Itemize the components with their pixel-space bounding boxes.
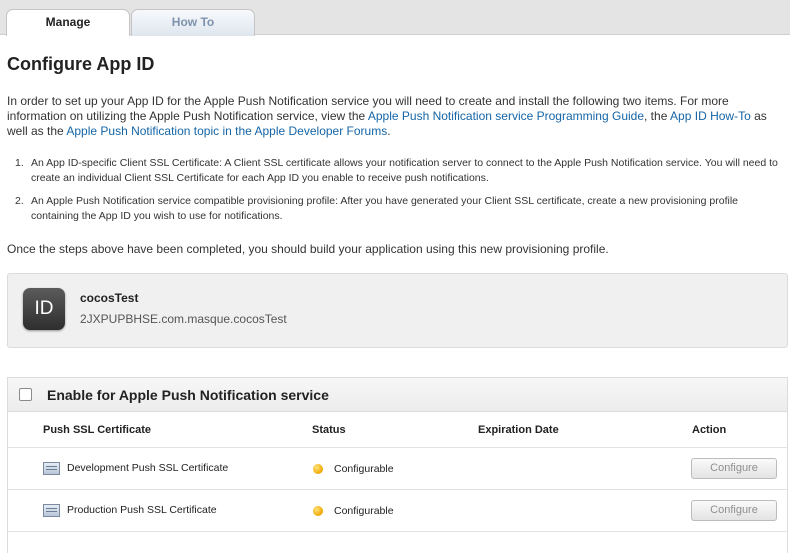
intro-text-part: . [387,124,391,138]
column-header-expiration: Expiration Date [478,424,559,436]
step-number: 1. [15,157,24,169]
certificate-name: Production Push SSL Certificate [67,504,217,516]
table-row: Production Push SSL Certificate Configur… [8,490,787,532]
enable-push-label[interactable]: Enable for Apple Push Notification servi… [47,387,329,403]
configure-production-button[interactable]: Configure [691,500,777,521]
status-text: Configurable [334,505,394,517]
status-text: Configurable [334,463,394,475]
tab-how-to[interactable]: How To [131,9,255,36]
status-dot-icon [313,464,323,474]
table-row: Development Push SSL Certificate Configu… [8,448,787,490]
push-notification-panel: Enable for Apple Push Notification servi… [7,377,788,553]
apns-programming-guide-link[interactable]: Apple Push Notification service Programm… [368,109,644,123]
column-header-action: Action [692,424,727,436]
certificate-icon [43,504,60,517]
page-title: Configure App ID [7,54,155,74]
column-header-status: Status [312,424,346,436]
tab-manage[interactable]: Manage [6,9,130,36]
status-dot-icon [313,506,323,516]
column-header-certificate: Push SSL Certificate [43,424,151,436]
app-id-how-to-link[interactable]: App ID How-To [670,109,751,123]
app-bundle-id: 2JXPUPBHSE.com.masque.cocosTest [80,312,287,326]
certificate-icon [43,462,60,475]
divider [8,531,787,532]
developer-forums-link[interactable]: Apple Push Notification topic in the App… [66,124,387,138]
certificate-name: Development Push SSL Certificate [67,462,229,474]
configure-development-button[interactable]: Configure [691,458,777,479]
tab-bar: Manage How To [0,0,790,36]
enable-push-checkbox[interactable] [19,388,32,401]
step-number: 2. [15,195,24,207]
app-id-icon: ID [23,288,65,330]
app-name: cocosTest [80,291,139,305]
steps-list: 1. An App ID-specific Client SSL Certific… [15,156,780,232]
outro-text: Once the steps above have been completed… [7,242,609,256]
push-panel-header: Enable for Apple Push Notification servi… [8,378,787,412]
app-id-summary: ID cocosTest 2JXPUPBHSE.com.masque.cocos… [7,273,788,348]
step-text: An App ID-specific Client SSL Certificat… [31,157,778,184]
intro-text: In order to set up your App ID for the A… [7,94,785,139]
step-text: An Apple Push Notification service compa… [31,195,738,222]
list-item: 2. An Apple Push Notification service com… [15,194,780,224]
list-item: 1. An App ID-specific Client SSL Certific… [15,156,780,186]
intro-text-part: , the [644,109,671,123]
